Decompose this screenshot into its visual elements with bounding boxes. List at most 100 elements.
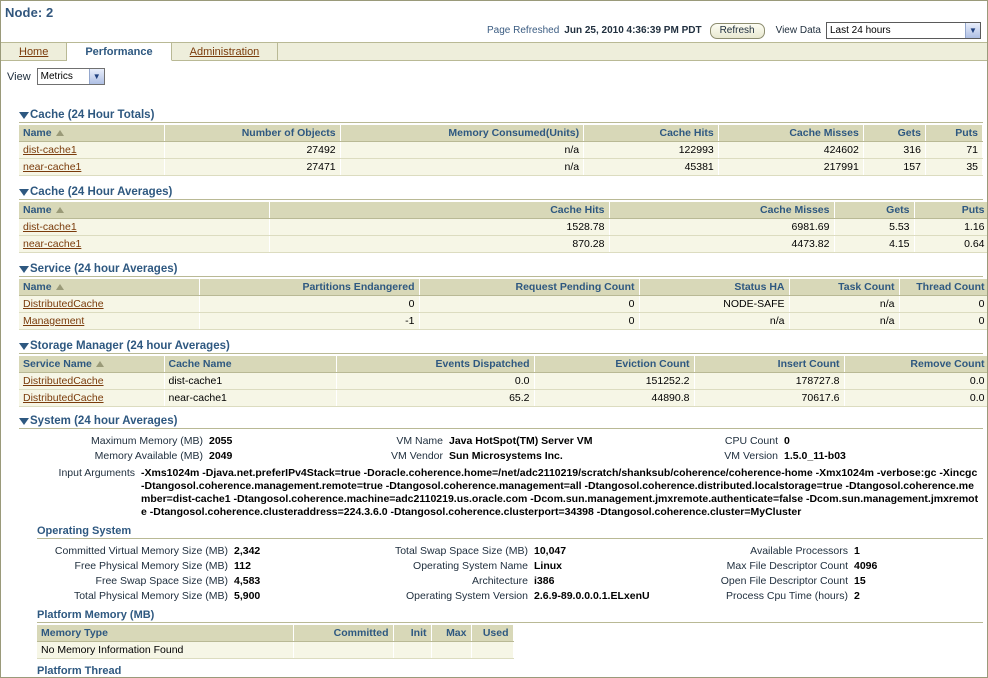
tab-bar-filler	[278, 43, 987, 60]
service-link[interactable]: DistributedCache	[23, 392, 104, 404]
cache-link[interactable]: dist-cache1	[23, 144, 77, 156]
section-system: System (24 hour Averages) Maximum Memory…	[19, 415, 983, 519]
column-header-init[interactable]: Init	[393, 625, 432, 642]
refresh-bar: Page Refreshed Jun 25, 2010 4:36:39 PM P…	[1, 20, 987, 42]
column-header-request-pending-count[interactable]: Request Pending Count	[419, 279, 640, 296]
cell-cache-name: near-cache1	[164, 389, 337, 407]
kv-key: Process Cpu Time (hours)	[726, 590, 848, 602]
kv-value: 112	[234, 560, 251, 572]
column-header-cache-misses[interactable]: Cache Misses	[718, 125, 864, 142]
cell-gets: 316	[863, 141, 926, 159]
kv-available-processors: Available Processors 1	[689, 544, 969, 558]
column-header-number-of-objects[interactable]: Number of Objects	[164, 125, 341, 142]
column-header-name[interactable]: Name	[19, 202, 270, 219]
kv-key: Available Processors	[750, 545, 848, 557]
cell-thread-count: 0	[899, 295, 987, 313]
column-header-puts[interactable]: Puts	[925, 125, 984, 142]
table-header-row: Name Cache Hits Cache Misses Gets Puts	[19, 202, 987, 219]
column-header-memory-type[interactable]: Memory Type	[37, 625, 294, 642]
collapse-triangle-icon[interactable]	[19, 112, 29, 119]
cell-service-name: DistributedCache	[19, 389, 165, 407]
column-header-max[interactable]: Max	[431, 625, 472, 642]
cache-link[interactable]: near-cache1	[23, 238, 81, 250]
collapse-triangle-icon[interactable]	[19, 266, 29, 273]
cell-number-of-objects: 27471	[164, 158, 341, 176]
section-service: Service (24 hour Averages) Name Partitio…	[19, 263, 987, 330]
cell-used	[471, 641, 514, 659]
tab-performance[interactable]: Performance	[67, 43, 172, 61]
column-header-gets[interactable]: Gets	[863, 125, 926, 142]
cell-cache-hits: 45381	[583, 158, 719, 176]
cache-link[interactable]: near-cache1	[23, 161, 81, 173]
column-header-used[interactable]: Used	[471, 625, 514, 642]
sort-ascending-icon	[55, 284, 64, 291]
table-row: DistributedCache 0 0 NODE-SAFE n/a 0	[19, 295, 987, 313]
kv-value: Java HotSpot(TM) Server VM	[449, 435, 593, 447]
kv-key: Memory Available (MB)	[94, 450, 203, 462]
tab-administration-label: Administration	[189, 45, 260, 58]
collapse-triangle-icon[interactable]	[19, 343, 29, 350]
column-header-committed[interactable]: Committed	[293, 625, 394, 642]
column-header-cache-misses[interactable]: Cache Misses	[609, 202, 835, 219]
subsection-platform-memory-title: Platform Memory (MB)	[37, 609, 983, 623]
column-header-cache-hits[interactable]: Cache Hits	[583, 125, 719, 142]
column-header-puts[interactable]: Puts	[914, 202, 987, 219]
column-header-insert-count[interactable]: Insert Count	[694, 356, 845, 373]
refresh-button[interactable]: Refresh	[709, 22, 765, 39]
cell-cache-misses: 4473.82	[609, 235, 835, 253]
kv-architecture: Architecture i386	[359, 574, 689, 588]
column-header-task-count[interactable]: Task Count	[789, 279, 900, 296]
kv-total-physical-memory-size: Total Physical Memory Size (MB) 5,900	[19, 589, 359, 603]
cell-name: DistributedCache	[19, 295, 200, 313]
column-header-eviction-count[interactable]: Eviction Count	[534, 356, 695, 373]
column-header-remove-count[interactable]: Remove Count	[844, 356, 987, 373]
cell-insert-count: 178727.8	[694, 372, 845, 390]
kv-memory-available: Memory Available (MB) 2049	[19, 449, 329, 463]
tab-home[interactable]: Home	[1, 43, 68, 60]
view-data-select[interactable]: Last 24 hours ▼	[826, 22, 981, 39]
section-service-title: Service (24 hour Averages)	[30, 263, 178, 275]
column-header-events-dispatched[interactable]: Events Dispatched	[336, 356, 535, 373]
kv-vm-version: VM Version 1.5.0_11-b03	[689, 449, 949, 463]
column-header-cache-name[interactable]: Cache Name	[164, 356, 337, 373]
kv-key: Total Physical Memory Size (MB)	[73, 590, 228, 602]
kv-value: 2055	[209, 435, 233, 447]
cell-service-name: DistributedCache	[19, 372, 165, 390]
column-header-name[interactable]: Name	[19, 125, 165, 142]
table-row: dist-cache1 1528.78 6981.69 5.53 1.16	[19, 218, 987, 236]
column-header-thread-count[interactable]: Thread Count	[899, 279, 987, 296]
cell-number-of-objects: 27492	[164, 141, 341, 159]
column-header-partitions-endangered[interactable]: Partitions Endangered	[199, 279, 420, 296]
column-header-service-name[interactable]: Service Name	[19, 356, 165, 373]
column-header-name[interactable]: Name	[19, 279, 200, 296]
cell-cache-misses: 217991	[718, 158, 864, 176]
collapse-triangle-icon[interactable]	[19, 418, 29, 425]
column-header-memory-consumed[interactable]: Memory Consumed(Units)	[340, 125, 585, 142]
column-header-gets[interactable]: Gets	[834, 202, 915, 219]
cell-partitions-endangered: 0	[199, 295, 420, 313]
platform-memory-table: Memory Type Committed Init Max Used No M…	[37, 625, 514, 659]
tab-administration[interactable]: Administration	[171, 43, 279, 60]
kv-value: Linux	[534, 560, 562, 572]
page-root: Node: 2 Page Refreshed Jun 25, 2010 4:36…	[0, 0, 988, 678]
view-select[interactable]: Metrics ▼	[36, 68, 105, 85]
service-link[interactable]: Management	[23, 315, 84, 327]
column-header-cache-hits[interactable]: Cache Hits	[269, 202, 610, 219]
cell-cache-hits: 870.28	[269, 235, 610, 253]
column-header-status-ha[interactable]: Status HA	[639, 279, 790, 296]
sort-ascending-icon	[55, 130, 64, 137]
os-column-1: Committed Virtual Memory Size (MB) 2,342…	[19, 544, 359, 603]
cell-gets: 5.53	[834, 218, 915, 236]
cache-link[interactable]: dist-cache1	[23, 221, 77, 233]
page-refreshed-timestamp: Jun 25, 2010 4:36:39 PM PDT	[564, 25, 702, 36]
service-link[interactable]: DistributedCache	[23, 375, 104, 387]
collapse-triangle-icon[interactable]	[19, 189, 29, 196]
cell-remove-count: 0.0	[844, 389, 987, 407]
sort-ascending-icon	[55, 207, 64, 214]
operating-system-kv-grid: Committed Virtual Memory Size (MB) 2,342…	[19, 541, 987, 603]
section-cache-totals-title: Cache (24 Hour Totals)	[30, 109, 155, 121]
table-row: DistributedCache near-cache1 65.2 44890.…	[19, 389, 987, 407]
kv-value: 0	[784, 435, 790, 447]
service-link[interactable]: DistributedCache	[23, 298, 104, 310]
table-row-empty: No Memory Information Found	[37, 641, 514, 659]
